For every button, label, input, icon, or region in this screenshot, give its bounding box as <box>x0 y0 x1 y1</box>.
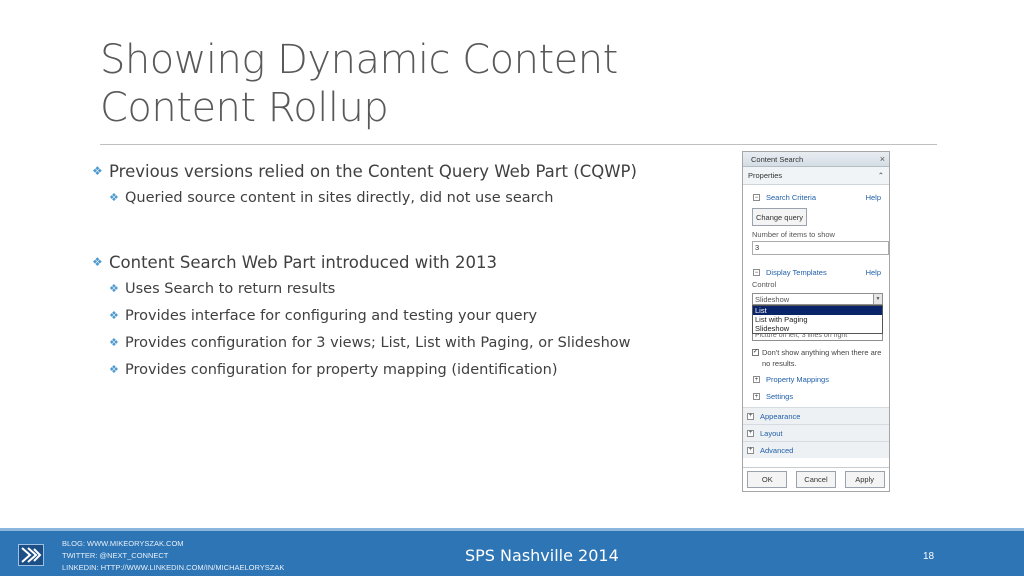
bullet-text: Queried source content in sites directly… <box>125 189 554 206</box>
settings-section[interactable]: + Settings <box>743 390 889 403</box>
bullet-text: Uses Search to return results <box>125 280 336 297</box>
bullet-level-2: ❖ Provides configuration for 3 views; Li… <box>92 329 732 356</box>
appearance-category[interactable]: + Appearance <box>743 407 889 424</box>
bullet-text: Provides interface for configuring and t… <box>125 307 538 324</box>
footer-credits: BLOG: WWW.MIKEORYSZAK.COM TWITTER: @NEXT… <box>62 538 284 574</box>
appearance-link[interactable]: Appearance <box>760 412 800 421</box>
items-input[interactable]: 3 <box>752 241 889 255</box>
slide-title-line-1: Showing Dynamic Content <box>100 37 618 83</box>
dropdown-option-slideshow[interactable]: Slideshow <box>753 324 882 333</box>
bullet-level-1: ❖ Previous versions relied on the Conten… <box>92 158 732 184</box>
dropdown-option-list-with-paging[interactable]: List with Paging <box>753 315 882 324</box>
diamond-bullet-icon: ❖ <box>109 309 119 322</box>
property-mappings-section[interactable]: + Property Mappings <box>743 373 889 386</box>
twitter-text: TWITTER: @NEXT_CONNECT <box>62 551 169 560</box>
title-divider <box>100 144 937 145</box>
expand-box-icon[interactable]: + <box>747 429 754 437</box>
diamond-bullet-icon: ❖ <box>109 336 119 349</box>
properties-header[interactable]: Properties ⌃ <box>743 167 889 185</box>
close-icon[interactable]: × <box>880 154 885 164</box>
display-templates-section[interactable]: − Display Templates Help <box>743 266 889 279</box>
diamond-bullet-icon: ❖ <box>109 191 119 204</box>
change-query-button[interactable]: Change query <box>752 208 807 226</box>
apply-button[interactable]: Apply <box>844 471 885 488</box>
diamond-bullet-icon: ❖ <box>109 282 119 295</box>
collapse-icon[interactable]: ⌃ <box>878 171 884 180</box>
layout-link[interactable]: Layout <box>760 429 783 438</box>
panel-title: Content Search <box>751 154 804 164</box>
event-name: SPS Nashville 2014 <box>465 546 619 565</box>
slide-title: Showing Dynamic Content Content Rollup <box>100 36 900 132</box>
control-label: Control <box>752 280 777 289</box>
properties-label: Properties <box>748 171 783 180</box>
control-dropdown[interactable]: List List with Paging Slideshow <box>752 305 883 334</box>
logo-icon <box>18 544 44 566</box>
dont-show-option[interactable]: ✓ Don't show anything when there are no … <box>743 347 889 369</box>
diamond-bullet-icon: ❖ <box>109 363 119 376</box>
checkbox-checked-icon[interactable]: ✓ <box>752 349 759 356</box>
property-mappings-link[interactable]: Property Mappings <box>766 375 829 384</box>
search-criteria-section[interactable]: − Search Criteria Help <box>743 191 889 204</box>
bullet-text: Provides configuration for 3 views; List… <box>125 334 631 351</box>
diamond-bullet-icon: ❖ <box>92 164 103 178</box>
bullet-level-2: ❖ Queried source content in sites direct… <box>92 184 732 211</box>
help-link[interactable]: Help <box>866 193 881 202</box>
expand-box-icon[interactable]: + <box>753 376 760 383</box>
advanced-category[interactable]: + Advanced <box>743 441 889 458</box>
slide-title-line-2: Content Rollup <box>100 85 389 131</box>
diamond-bullet-icon: ❖ <box>92 255 103 269</box>
bullet-level-2: ❖ Uses Search to return results <box>92 275 732 302</box>
bullet-level-2: ❖ Provides interface for configuring and… <box>92 302 732 329</box>
search-criteria-link[interactable]: Search Criteria <box>766 193 816 202</box>
help-link[interactable]: Help <box>866 268 881 277</box>
expand-box-icon[interactable]: + <box>747 446 754 454</box>
bullet-level-2: ❖ Provides configuration for property ma… <box>92 356 732 383</box>
control-selected-value: Slideshow <box>755 294 790 304</box>
cancel-button[interactable]: Cancel <box>795 471 836 488</box>
display-templates-link[interactable]: Display Templates <box>766 268 827 277</box>
dont-show-label: Don't show anything when there are no re… <box>762 348 882 368</box>
items-label: Number of items to show <box>752 230 835 239</box>
dropdown-arrow-icon[interactable]: ▼ <box>873 294 882 304</box>
expand-box-icon[interactable]: + <box>753 393 760 400</box>
collapse-box-icon[interactable]: − <box>753 194 760 201</box>
expand-box-icon[interactable]: + <box>747 412 754 420</box>
bullet-level-1: ❖ Content Search Web Part introduced wit… <box>92 249 732 275</box>
bullet-text: Content Search Web Part introduced with … <box>109 252 497 272</box>
blog-text: BLOG: WWW.MIKEORYSZAK.COM <box>62 539 184 548</box>
panel-header: Content Search × <box>743 152 889 167</box>
bullet-text: Provides configuration for property mapp… <box>125 361 558 378</box>
bullet-list: ❖ Previous versions relied on the Conten… <box>92 158 732 383</box>
panel-action-bar: OK Cancel Apply <box>743 467 889 491</box>
settings-link[interactable]: Settings <box>766 392 793 401</box>
item-select[interactable]: Picture on left, 3 lines on right <box>752 334 883 341</box>
control-select[interactable]: Slideshow ▼ <box>752 293 883 305</box>
slide-number: 18 <box>923 551 935 562</box>
collapse-box-icon[interactable]: − <box>753 269 760 276</box>
dropdown-option-list[interactable]: List <box>753 306 882 315</box>
linkedin-text: LINKEDIN: HTTP://WWW.LINKEDIN.COM/IN/MIC… <box>62 563 285 572</box>
ok-button[interactable]: OK <box>747 471 788 488</box>
layout-category[interactable]: + Layout <box>743 424 889 441</box>
content-search-panel: Content Search × Properties ⌃ − Search Cr… <box>742 151 890 492</box>
advanced-link[interactable]: Advanced <box>760 446 793 455</box>
bullet-text: Previous versions relied on the Content … <box>109 161 637 181</box>
